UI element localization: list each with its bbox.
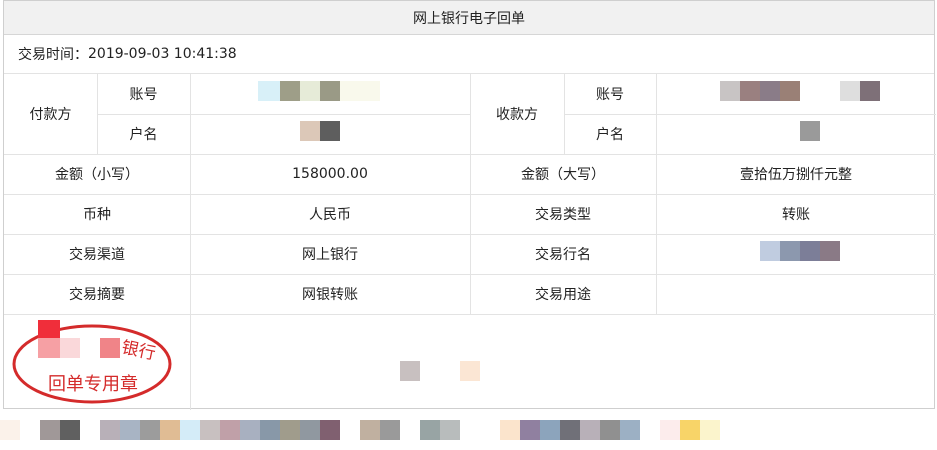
trade-type-label: 交易类型 bbox=[535, 207, 591, 223]
redacted-mark bbox=[460, 361, 480, 381]
payer-account-label: 账号 bbox=[129, 87, 158, 103]
transaction-time-row: 交易时间： 2019-09-03 10:41:38 bbox=[4, 34, 934, 74]
amount-uppercase-value: 壹拾伍万捌仟元整 bbox=[740, 167, 852, 183]
summary-value: 网银转账 bbox=[302, 287, 358, 303]
stamp-redacted bbox=[60, 338, 80, 358]
bank-name-label: 交易行名 bbox=[535, 247, 591, 263]
payee-name-label: 户名 bbox=[596, 127, 624, 143]
receipt-title: 网上银行电子回单 bbox=[4, 1, 934, 35]
summary-label: 交易摘要 bbox=[69, 287, 125, 303]
trade-type-value: 转账 bbox=[782, 207, 810, 223]
channel-label: 交易渠道 bbox=[69, 247, 125, 263]
currency-label: 币种 bbox=[83, 207, 111, 223]
stamp-seal-text: 回单专用章 bbox=[48, 374, 138, 395]
bank-seal-stamp: 银行 回单专用章 bbox=[12, 320, 177, 405]
payer-label: 付款方 bbox=[29, 107, 72, 123]
transaction-time-value: 2019-09-03 10:41:38 bbox=[88, 45, 237, 62]
purpose-label: 交易用途 bbox=[535, 287, 591, 303]
amount-uppercase-label: 金额（大写） bbox=[521, 167, 605, 183]
transaction-time-label: 交易时间： bbox=[18, 46, 88, 63]
amount-lowercase-value: 158000.00 bbox=[292, 166, 368, 182]
channel-value: 网上银行 bbox=[302, 247, 358, 263]
amount-lowercase-label: 金额（小写） bbox=[55, 167, 139, 183]
stamp-redacted bbox=[38, 320, 60, 338]
purpose-value bbox=[656, 274, 936, 314]
stamp-redacted bbox=[100, 338, 120, 358]
payee-label: 收款方 bbox=[496, 107, 538, 123]
currency-value: 人民币 bbox=[309, 207, 351, 223]
redacted-mark bbox=[400, 361, 420, 381]
payer-name-label: 户名 bbox=[129, 127, 158, 143]
stamp-redacted bbox=[38, 338, 60, 358]
payee-account-label: 账号 bbox=[596, 87, 624, 103]
